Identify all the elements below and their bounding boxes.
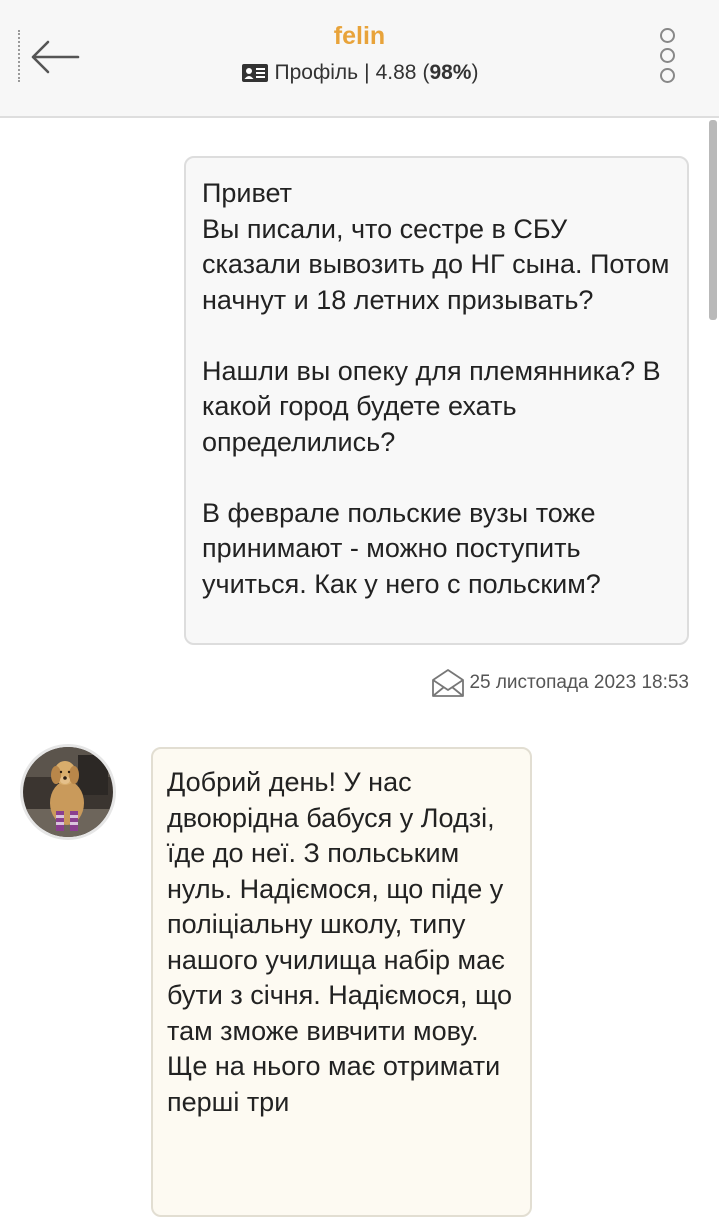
envelope-icon [432,669,465,697]
vertical-dots-icon [652,28,682,83]
avatar[interactable] [20,744,116,840]
id-card-icon [241,64,268,82]
profile-link[interactable]: Профіль [241,61,359,85]
chat-header: felin Профіль | 4.88 (98%) [0,0,719,118]
more-options-button[interactable] [652,28,682,88]
rating-percent: 98% [429,61,472,84]
contact-name[interactable]: felin [0,22,719,51]
separator: | [364,61,370,84]
profile-rating-line: Профіль | 4.88 (98%) [0,61,719,85]
scrollbar[interactable] [709,120,717,320]
message-meta: 25 листопада 2023 18:53 [431,668,689,698]
rating-percent-wrap: (98%) [422,61,479,84]
profile-label: Профіль [274,61,359,84]
message-timestamp: 25 листопада 2023 18:53 [469,672,689,693]
dog-avatar [23,747,113,837]
incoming-message: Добрий день! У нас двоюрідна бабуся у Ло… [151,747,532,1217]
rating-value: 4.88 [375,61,417,84]
outgoing-message: Привет Вы писали, что сестре в СБУ сказа… [184,156,689,645]
